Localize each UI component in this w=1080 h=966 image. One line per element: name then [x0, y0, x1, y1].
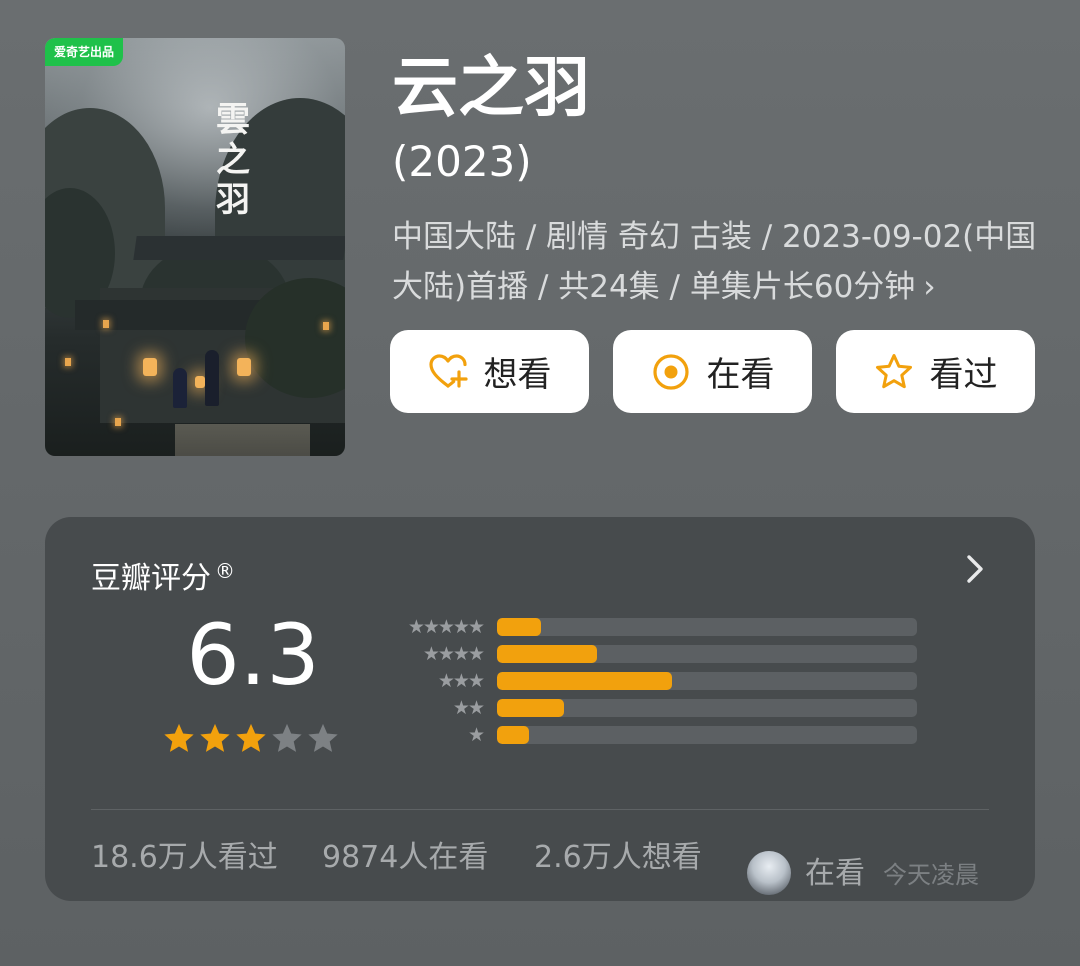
want-to-watch-button[interactable]: 想看: [390, 330, 589, 413]
star-outline-icon: [874, 352, 914, 392]
watching-button[interactable]: 在看: [613, 330, 812, 413]
registered-mark: ®: [215, 559, 235, 583]
friend-activity-time: 今天凌晨: [883, 861, 979, 889]
star-filled-icon: [200, 723, 230, 752]
poster-lantern: [143, 358, 157, 376]
watching-count: 9874人在看: [322, 840, 489, 875]
poster-calligraphy-char: 之: [216, 140, 250, 180]
poster-lantern: [237, 358, 251, 376]
rating-bar-fill: [497, 726, 529, 744]
star-level-icons: ★★★: [437, 670, 485, 692]
rating-bar-track: [497, 699, 917, 717]
poster-calligraphy-char: 羽: [216, 180, 250, 220]
rating-bar-track: [497, 672, 917, 690]
poster-pavilion-roof: [133, 236, 345, 260]
watched-button[interactable]: 看过: [836, 330, 1035, 413]
star-filled-icon: [236, 723, 266, 752]
rating-row-3-star: ★★★: [375, 671, 920, 691]
poster-calligraphy-title: 雲 之 羽: [215, 100, 251, 220]
iqiyi-logo-badge: 爱奇艺出品: [45, 38, 124, 66]
want-count: 2.6万人想看: [534, 840, 702, 875]
rating-bar-fill: [497, 645, 597, 663]
poster-figure: [173, 368, 187, 408]
douban-rating-card[interactable]: 豆瓣评分 ® 6.3 ★★★★★ ★★★★ ★★★ ★★ ★ 18.6万人看过 9874人…: [45, 517, 1035, 901]
heart-plus-icon: [428, 352, 468, 392]
chevron-right-icon[interactable]: [959, 549, 989, 589]
rating-row-1-star: ★: [375, 725, 920, 745]
rating-row-5-star: ★★★★★: [375, 617, 920, 637]
rating-row-4-star: ★★★★: [375, 644, 920, 664]
star-filled-icon: [164, 723, 194, 752]
friend-avatar[interactable]: [747, 851, 791, 895]
show-meta-text: 中国大陆 / 剧情 奇幻 古装 / 2023-09-02(中国大陆)首播 / 共…: [392, 219, 1037, 305]
watched-count: 18.6万人看过: [91, 840, 278, 875]
star-level-icons: ★★: [452, 697, 485, 719]
friend-status: 在看: [805, 856, 865, 891]
watched-label: 看过: [929, 355, 998, 395]
poster-lantern: [195, 376, 205, 388]
star-level-icons: ★★★★: [422, 643, 485, 665]
rating-bar-fill: [497, 618, 542, 636]
star-empty-icon: [308, 723, 338, 752]
rating-bar-track: [497, 726, 917, 744]
rating-bar-track: [497, 645, 917, 663]
divider: [91, 809, 989, 810]
show-year: (2023): [392, 137, 532, 186]
poster-calligraphy-char: 雲: [216, 100, 250, 140]
show-title: 云之羽: [392, 49, 590, 126]
watching-label: 在看: [706, 355, 775, 395]
poster-bridge: [175, 424, 310, 456]
want-to-watch-label: 想看: [483, 355, 552, 395]
poster-window-light: [115, 418, 121, 426]
poster-window-light: [65, 358, 71, 366]
poster-window-light: [323, 322, 329, 330]
rating-bar-track: [497, 618, 917, 636]
show-meta-info[interactable]: 中国大陆 / 剧情 奇幻 古装 / 2023-09-02(中国大陆)首播 / 共…: [392, 212, 1042, 312]
star-level-icons: ★: [467, 724, 485, 746]
rating-source-label: 豆瓣评分: [91, 561, 211, 596]
target-circle-icon: [651, 352, 691, 392]
rating-stars: [162, 722, 340, 758]
rating-bar-fill: [497, 699, 565, 717]
poster-window-light: [103, 320, 109, 328]
star-level-icons: ★★★★★: [407, 616, 485, 638]
poster-figure: [205, 350, 219, 406]
rating-card-title: 豆瓣评分 ®: [91, 551, 235, 599]
chevron-right-icon: ›: [923, 269, 936, 305]
rating-row-2-star: ★★: [375, 698, 920, 718]
rating-bar-fill: [497, 672, 673, 690]
poster-image[interactable]: 雲 之 羽 爱奇艺出品: [45, 38, 345, 456]
star-empty-icon: [272, 723, 302, 752]
